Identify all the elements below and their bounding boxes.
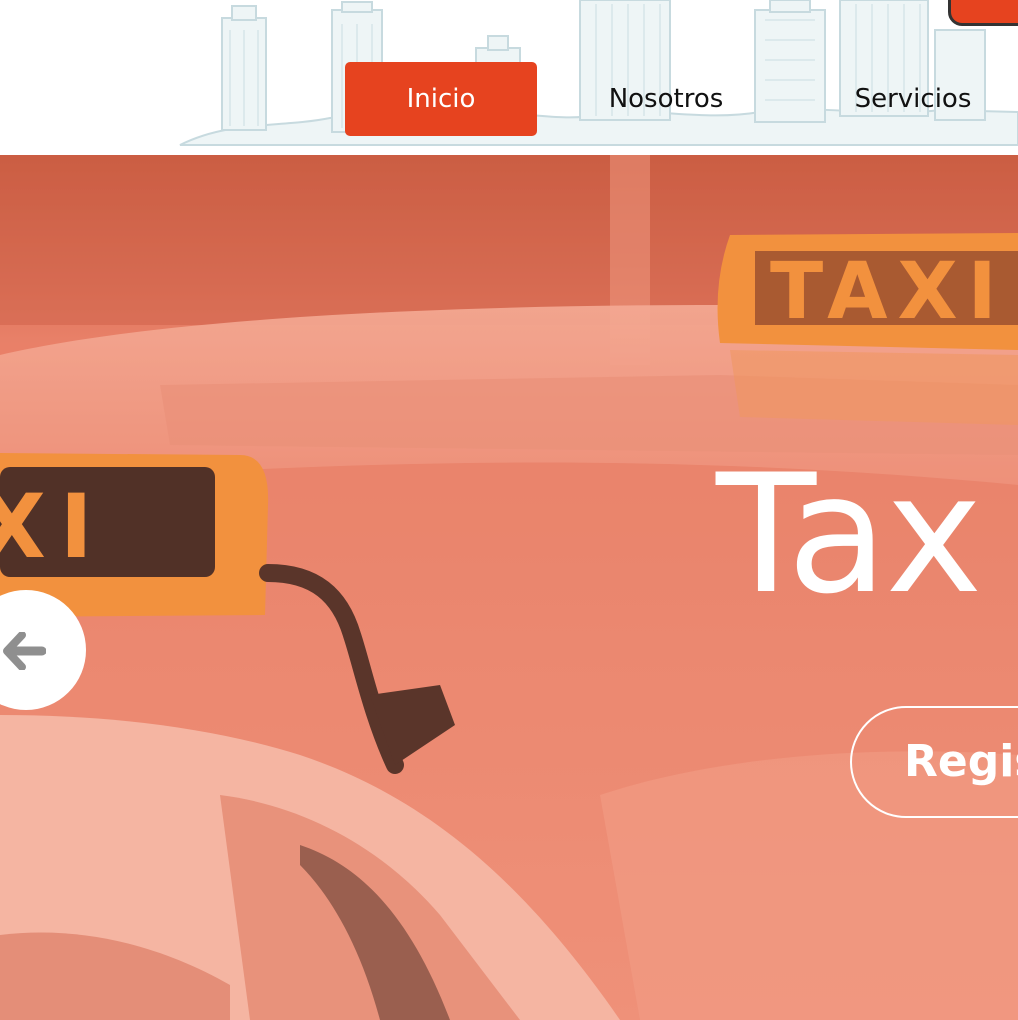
logo-icon[interactable]	[948, 0, 1018, 26]
nav-item-servicios[interactable]: Servicios	[835, 62, 991, 136]
nav-item-nosotros[interactable]: Nosotros	[575, 62, 757, 136]
arrow-left-icon	[3, 632, 46, 670]
site-header: Inicio Nosotros Servicios	[0, 0, 1018, 155]
hero-slider: TAXI XI Tax Regis	[0, 155, 1018, 1020]
nav-item-inicio[interactable]: Inicio	[345, 62, 537, 136]
hero-title: Tax	[716, 439, 983, 630]
register-button[interactable]: Regis	[850, 706, 1018, 818]
